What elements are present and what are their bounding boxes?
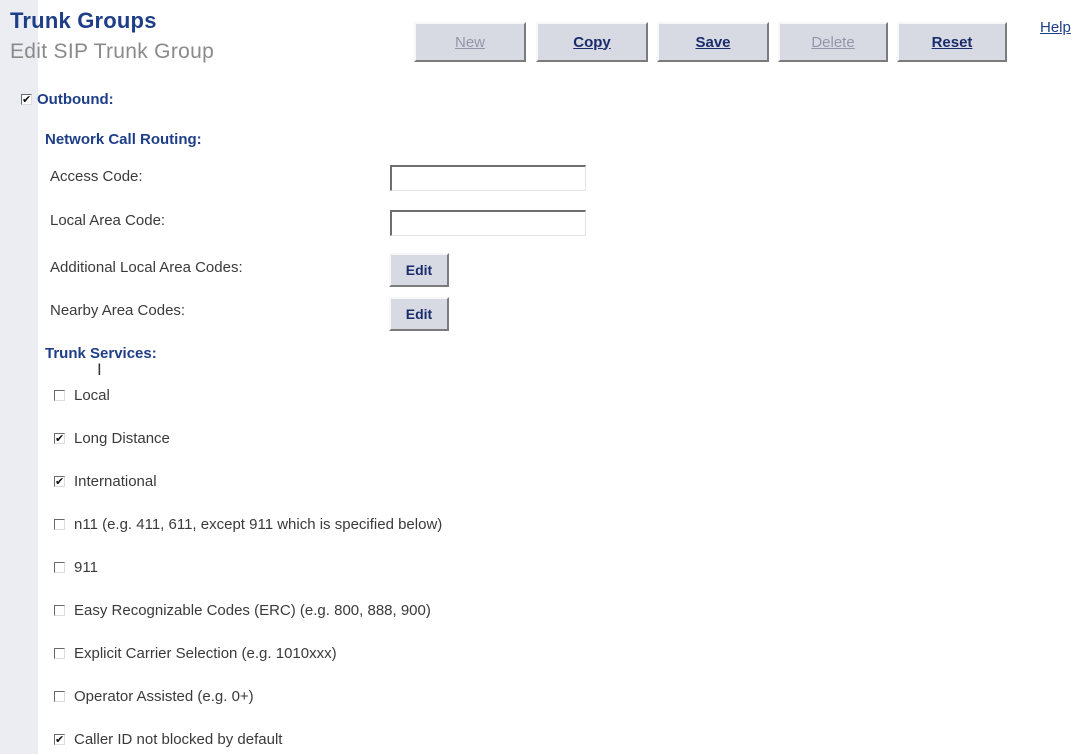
- international-checkbox[interactable]: ✔: [54, 476, 65, 487]
- n11-checkbox[interactable]: [54, 519, 65, 530]
- page-title: Trunk Groups: [10, 8, 157, 33]
- local-checkbox[interactable]: [54, 390, 65, 401]
- access-code-label: Access Code:: [50, 168, 143, 185]
- access-code-input[interactable]: [390, 165, 586, 191]
- delete-button[interactable]: Delete: [778, 22, 888, 62]
- outbound-label: Outbound:: [37, 91, 114, 108]
- long-distance-label: Long Distance: [74, 430, 170, 447]
- erc-checkbox[interactable]: [54, 605, 65, 616]
- explicit-carrier-selection-label: Explicit Carrier Selection (e.g. 1010xxx…: [74, 645, 337, 662]
- explicit-carrier-selection-checkbox[interactable]: [54, 648, 65, 659]
- check-icon: ✔: [55, 432, 65, 445]
- page-subtitle: Edit SIP Trunk Group: [10, 40, 215, 63]
- additional-local-area-codes-label: Additional Local Area Codes:: [50, 259, 243, 276]
- erc-label: Easy Recognizable Codes (ERC) (e.g. 800,…: [74, 602, 431, 619]
- caller-id-checkbox[interactable]: ✔: [54, 734, 65, 745]
- 911-label: 911: [74, 559, 98, 576]
- check-icon: ✔: [55, 475, 65, 488]
- edit-nearby-area-codes-button[interactable]: Edit: [389, 297, 449, 331]
- reset-button[interactable]: Reset: [897, 22, 1007, 62]
- copy-button[interactable]: Copy: [536, 22, 648, 62]
- international-label: International: [74, 473, 157, 490]
- n11-label: n11 (e.g. 411, 611, except 911 which is …: [74, 516, 443, 533]
- caller-id-label: Caller ID not blocked by default: [74, 731, 283, 748]
- edit-additional-local-area-codes-button[interactable]: Edit: [389, 253, 449, 287]
- outbound-checkbox[interactable]: ✔: [21, 94, 32, 105]
- nearby-area-codes-label: Nearby Area Codes:: [50, 302, 186, 319]
- network-call-routing-heading: Network Call Routing:: [45, 131, 202, 148]
- local-area-code-label: Local Area Code:: [50, 212, 166, 229]
- check-icon: ✔: [22, 93, 32, 106]
- operator-assisted-checkbox[interactable]: [54, 691, 65, 702]
- help-link[interactable]: Help: [1040, 19, 1071, 36]
- check-icon: ✔: [55, 733, 65, 746]
- save-button[interactable]: Save: [657, 22, 769, 62]
- text-cursor-icon: I: [97, 360, 102, 379]
- local-label: Local: [74, 387, 110, 404]
- left-band: [0, 0, 38, 754]
- new-button[interactable]: New: [414, 22, 526, 62]
- operator-assisted-label: Operator Assisted (e.g. 0+): [74, 688, 254, 705]
- long-distance-checkbox[interactable]: ✔: [54, 433, 65, 444]
- local-area-code-input[interactable]: [390, 210, 586, 236]
- 911-checkbox[interactable]: [54, 562, 65, 573]
